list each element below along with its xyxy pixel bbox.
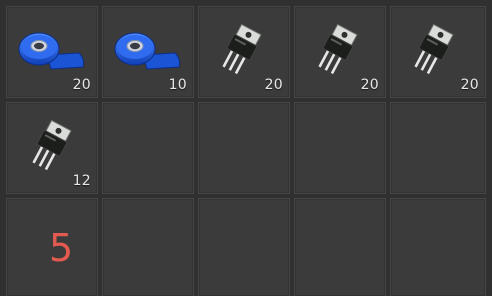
item-quantity: 10 (168, 77, 187, 93)
blue-tape-icon (18, 32, 84, 70)
transistor-icon (32, 119, 72, 171)
inventory-slot-12[interactable] (102, 198, 194, 296)
hotkey-number: 5 (49, 226, 74, 270)
item-quantity: 12 (72, 173, 91, 189)
inventory-slot-4[interactable]: 20 (294, 6, 386, 98)
inventory-slot-15[interactable] (390, 198, 486, 296)
transistor-icon (414, 23, 454, 75)
inventory-slot-8[interactable] (198, 102, 290, 194)
inventory-slot-3[interactable]: 20 (198, 6, 290, 98)
inventory-grid: 20 10 20 20 20 12 5 (0, 0, 492, 296)
inventory-slot-10[interactable] (390, 102, 486, 194)
inventory-slot-9[interactable] (294, 102, 386, 194)
item-quantity: 20 (264, 77, 283, 93)
inventory-slot-5[interactable]: 20 (390, 6, 486, 98)
inventory-slot-7[interactable] (102, 102, 194, 194)
inventory-slot-13[interactable] (198, 198, 290, 296)
inventory-slot-6[interactable]: 12 (6, 102, 98, 194)
transistor-icon (222, 23, 262, 75)
transistor-item[interactable]: 12 (7, 103, 97, 193)
transistor-item[interactable]: 20 (391, 7, 485, 97)
inventory-slot-2[interactable]: 10 (102, 6, 194, 98)
item-quantity: 20 (72, 77, 91, 93)
transistor-item[interactable]: 20 (199, 7, 289, 97)
blue-tape-item[interactable]: 20 (7, 7, 97, 97)
item-quantity: 20 (360, 77, 379, 93)
hotbar-slot-5[interactable]: 5 (6, 198, 98, 296)
blue-tape-icon (114, 32, 180, 70)
blue-tape-item[interactable]: 10 (103, 7, 193, 97)
transistor-icon (318, 23, 358, 75)
item-quantity: 20 (460, 77, 479, 93)
inventory-slot-14[interactable] (294, 198, 386, 296)
transistor-item[interactable]: 20 (295, 7, 385, 97)
inventory-slot-1[interactable]: 20 (6, 6, 98, 98)
